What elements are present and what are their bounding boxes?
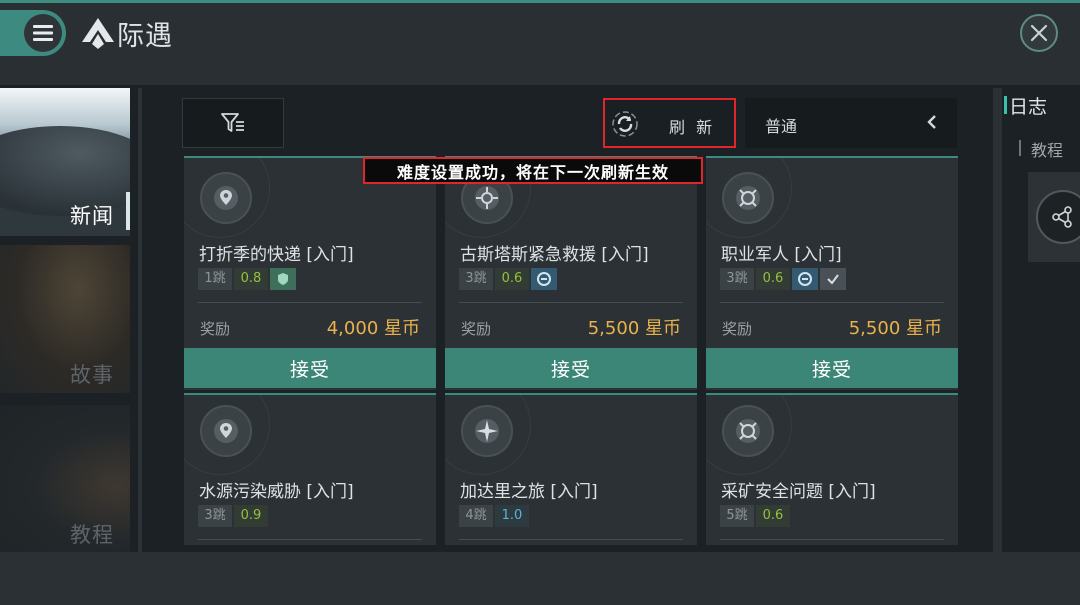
reward-label: 奖励 — [200, 320, 231, 338]
faction-shield-icon — [270, 268, 296, 290]
menu-button[interactable] — [0, 10, 66, 56]
log-title[interactable]: 日志 — [1009, 92, 1047, 119]
jump-count: 3跳 — [198, 505, 232, 527]
diamond-emblem-icon — [82, 18, 114, 49]
hamburger-menu-icon — [33, 25, 53, 41]
sidebar-tab-label: 新闻 — [70, 204, 114, 228]
sidebar-tab-tutorial[interactable]: 教程 — [0, 405, 130, 552]
difficulty-value: 普通 — [765, 117, 798, 136]
accept-button[interactable]: 接受 — [706, 348, 958, 388]
reward-value: 4,000 星币 — [326, 318, 420, 339]
log-tutorial-item[interactable]: 教程 — [1031, 137, 1063, 161]
accept-button[interactable]: 接受 — [445, 348, 697, 388]
bottom-bar — [0, 552, 1080, 605]
mission-tags: 5跳 0.6 — [720, 505, 790, 527]
difficulty-dropdown[interactable]: 普通 — [745, 98, 957, 148]
jump-count: 4跳 — [459, 505, 493, 527]
network-nodes-icon — [1052, 206, 1072, 228]
mission-card[interactable]: 打折季的快递 [入门] 1跳 0.8 奖励 4,000 星币 接受 — [184, 156, 436, 390]
mission-title: 加达里之旅 [入门] — [460, 482, 598, 502]
mission-title: 古斯塔斯紧急救援 [入门] — [460, 245, 649, 265]
filter-button[interactable] — [182, 98, 284, 148]
faction-emblem-icon — [792, 268, 818, 290]
refresh-icon — [612, 111, 638, 137]
reward-value: 5,500 星币 — [587, 318, 681, 339]
scrollbar[interactable] — [993, 88, 1002, 552]
jump-count: 3跳 — [720, 268, 754, 290]
sidebar-tab-label: 故事 — [70, 363, 114, 387]
sidebar-tab-label: 教程 — [70, 523, 114, 547]
security-status: 1.0 — [495, 505, 529, 527]
toast-message: 难度设置成功，将在下一次刷新生效 — [363, 157, 703, 184]
close-icon — [1030, 24, 1048, 42]
combat-icon — [722, 405, 774, 457]
sidebar-tab-news[interactable]: 新闻 — [0, 88, 130, 236]
top-accent-line — [0, 0, 1080, 3]
sidebar-divider — [138, 88, 142, 552]
faction-emblem-icon — [531, 268, 557, 290]
jump-count: 1跳 — [198, 268, 232, 290]
close-button[interactable] — [1020, 14, 1058, 52]
location-pin-icon — [200, 172, 252, 224]
security-status: 0.8 — [234, 268, 268, 290]
refresh-label: 刷 新 — [669, 118, 716, 137]
check-icon — [820, 268, 846, 290]
mission-card[interactable]: 古斯塔斯紧急救援 [入门] 3跳 0.6 奖励 5,500 星币 接受 — [445, 156, 697, 390]
mission-tags: 1跳 0.8 — [198, 268, 296, 290]
security-status: 0.9 — [234, 505, 268, 527]
security-status: 0.6 — [756, 268, 790, 290]
jump-count: 3跳 — [459, 268, 493, 290]
mission-title: 职业军人 [入门] — [721, 245, 842, 265]
reward-label: 奖励 — [461, 320, 492, 338]
mission-tags: 3跳 0.6 — [720, 268, 846, 290]
sidebar-tab-story[interactable]: 故事 — [0, 245, 130, 393]
log-marker — [1004, 96, 1007, 114]
combat-icon — [722, 172, 774, 224]
mission-card[interactable]: 职业军人 [入门] 3跳 0.6 奖励 5,500 星币 接受 — [706, 156, 958, 390]
jump-count: 5跳 — [720, 505, 754, 527]
page-title: 际遇 — [117, 21, 173, 52]
accept-button[interactable]: 接受 — [184, 348, 436, 388]
chevron-left-icon — [927, 115, 936, 129]
filter-icon — [221, 113, 244, 132]
mission-card[interactable]: 采矿安全问题 [入门] 5跳 0.6 — [706, 393, 958, 545]
active-tab-indicator — [126, 192, 130, 230]
security-status: 0.6 — [495, 268, 529, 290]
reward-label: 奖励 — [722, 320, 753, 338]
news-thumbnail — [0, 88, 130, 216]
location-pin-icon — [200, 405, 252, 457]
security-status: 0.6 — [756, 505, 790, 527]
refresh-button[interactable]: 刷 新 — [603, 98, 736, 148]
mission-tags: 3跳 0.6 — [459, 268, 557, 290]
mission-tags: 3跳 0.9 — [198, 505, 268, 527]
mission-card[interactable]: 水源污染威胁 [入门] 3跳 0.9 — [184, 393, 436, 545]
mission-card[interactable]: 加达里之旅 [入门] 4跳 1.0 — [445, 393, 697, 545]
mission-tags: 4跳 1.0 — [459, 505, 529, 527]
compass-star-icon — [461, 405, 513, 457]
reward-value: 5,500 星币 — [848, 318, 942, 339]
mission-title: 采矿安全问题 [入门] — [721, 482, 876, 502]
mission-title: 水源污染威胁 [入门] — [199, 482, 354, 502]
mission-title: 打折季的快递 [入门] — [199, 245, 354, 265]
